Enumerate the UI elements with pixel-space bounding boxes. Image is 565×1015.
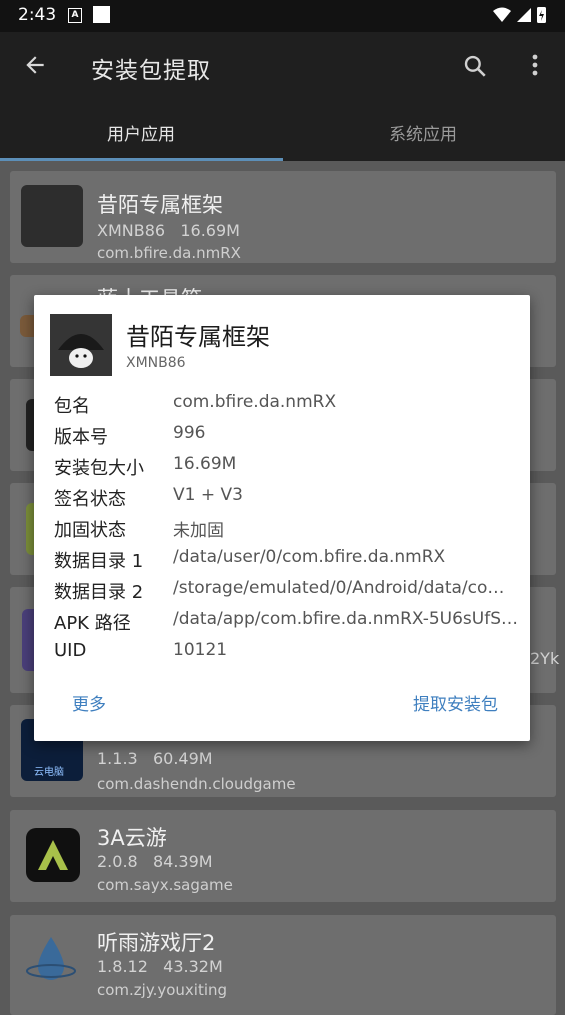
info-value: com.bfire.da.nmRX <box>173 392 337 412</box>
info-value: /data/app/com.bfire.da.nmRX-5U6sUfS… <box>173 609 518 629</box>
info-value: /storage/emulated/0/Android/data/co… <box>173 578 505 598</box>
info-row-package: 包名 com.bfire.da.nmRX <box>54 392 524 422</box>
info-value: 996 <box>173 423 206 443</box>
info-value: 16.69M <box>173 454 237 474</box>
info-row-size: 安装包大小 16.69M <box>54 454 524 484</box>
info-row-apk-path: APK 路径 /data/app/com.bfire.da.nmRX-5U6sU… <box>54 609 524 639</box>
info-label: 加固状态 <box>54 520 126 541</box>
info-row-signature: 签名状态 V1 + V3 <box>54 485 524 515</box>
info-label: UID <box>54 640 87 661</box>
extract-apk-button[interactable]: 提取安装包 <box>413 690 498 715</box>
info-label: 数据目录 1 <box>54 551 144 572</box>
info-value: /data/user/0/com.bfire.da.nmRX <box>173 547 446 567</box>
info-value: 10121 <box>173 640 228 660</box>
info-row-uid: UID 10121 <box>54 640 524 670</box>
cartoon-umbrella-icon <box>50 314 112 376</box>
info-label: 签名状态 <box>54 489 126 510</box>
app-info-dialog: 昔陌专属框架 XMNB86 包名 com.bfire.da.nmRX 版本号 9… <box>34 295 530 741</box>
more-button[interactable]: 更多 <box>72 690 106 715</box>
dialog-app-version: XMNB86 <box>126 355 186 371</box>
info-label: 安装包大小 <box>54 458 144 479</box>
info-value: V1 + V3 <box>173 485 243 505</box>
info-row-data-dir-1: 数据目录 1 /data/user/0/com.bfire.da.nmRX <box>54 547 524 577</box>
info-label: 数据目录 2 <box>54 582 144 603</box>
info-row-version-code: 版本号 996 <box>54 423 524 453</box>
info-value: 未加固 <box>173 521 224 541</box>
info-label: APK 路径 <box>54 613 131 634</box>
app-icon <box>50 314 112 376</box>
info-label: 版本号 <box>54 427 108 448</box>
dialog-app-name: 昔陌专属框架 <box>126 323 270 351</box>
info-row-hardening: 加固状态 未加固 <box>54 516 524 546</box>
info-row-data-dir-2: 数据目录 2 /storage/emulated/0/Android/data/… <box>54 578 524 608</box>
info-label: 包名 <box>54 396 90 417</box>
